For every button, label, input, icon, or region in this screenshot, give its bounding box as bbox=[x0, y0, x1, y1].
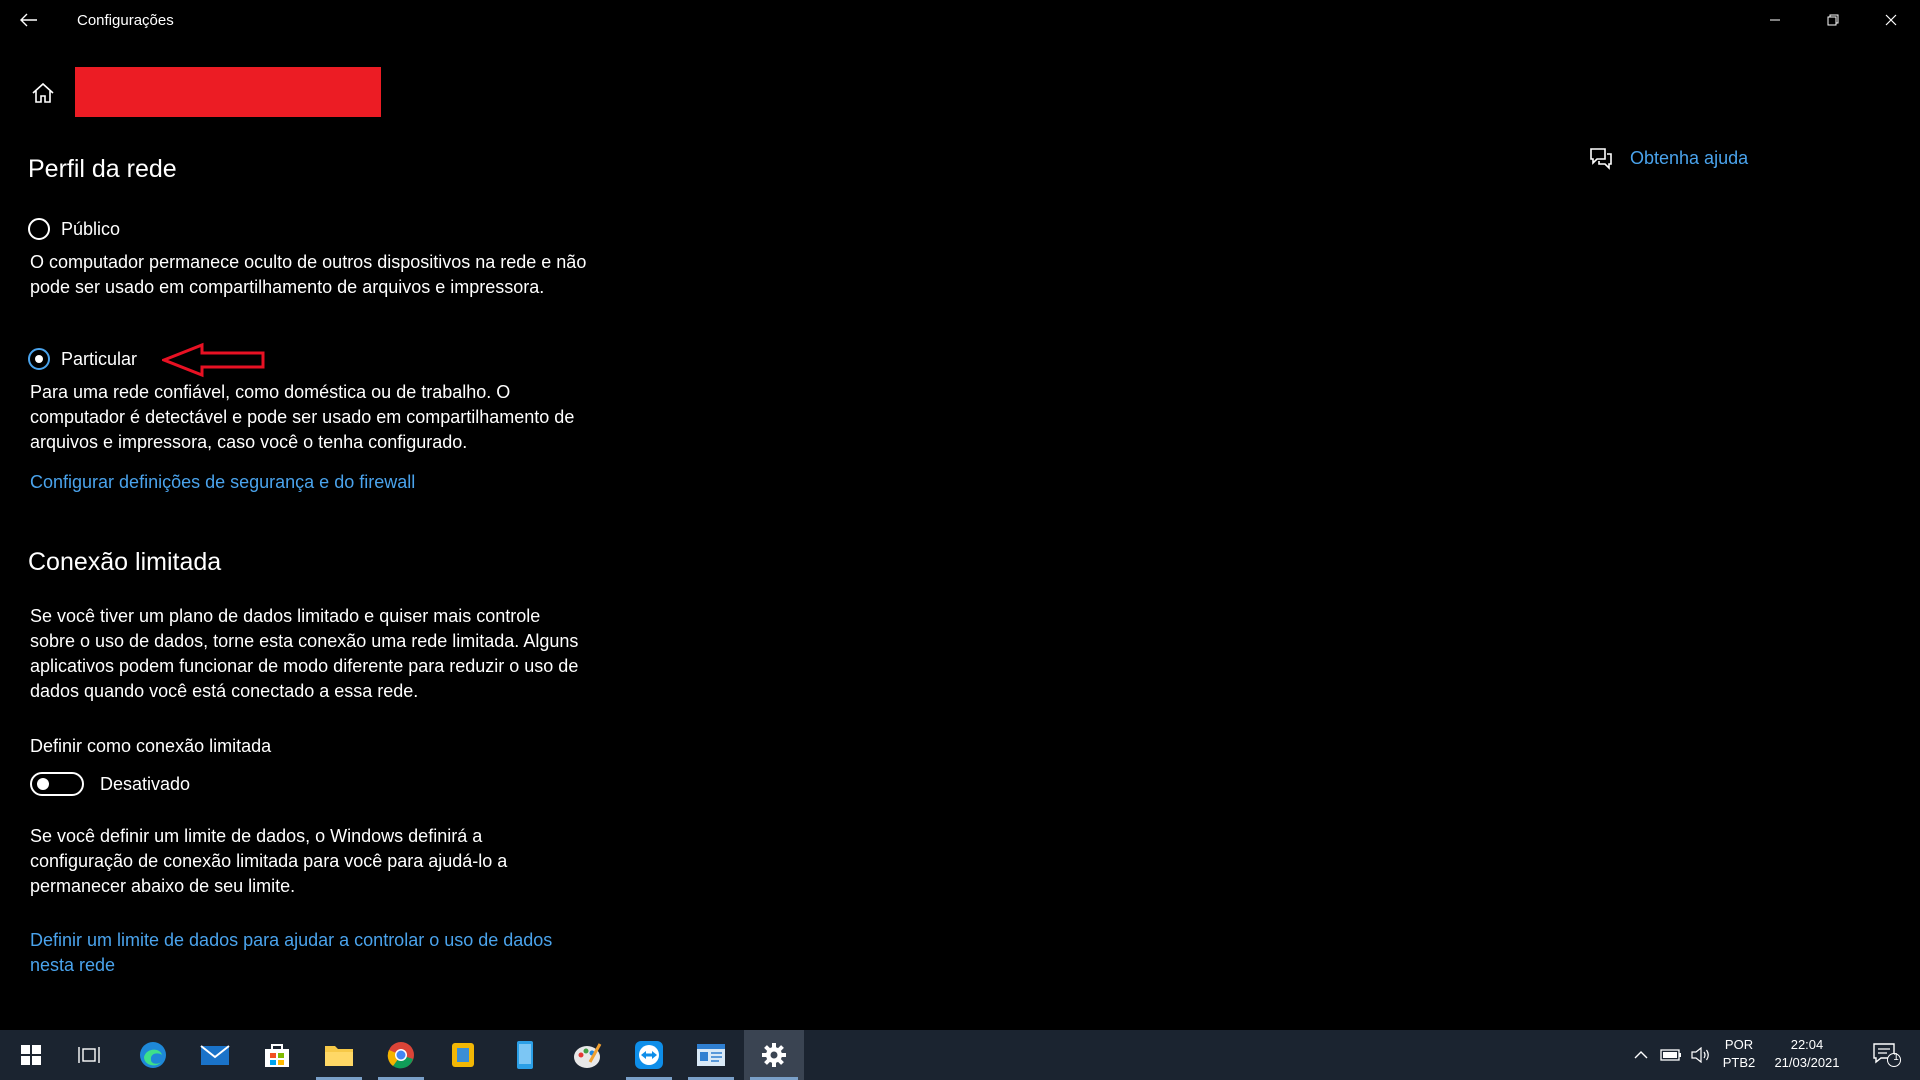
edge-icon bbox=[140, 1042, 166, 1068]
start-button[interactable] bbox=[2, 1030, 60, 1080]
minimize-icon bbox=[1770, 19, 1780, 21]
taskbar-phone-app[interactable] bbox=[496, 1030, 554, 1080]
contacts-app-icon bbox=[697, 1044, 725, 1066]
taskbar-store[interactable] bbox=[248, 1030, 306, 1080]
data-limit-link[interactable]: Definir um limite de dados para ajudar a… bbox=[30, 928, 590, 978]
metered-toggle-state: Desativado bbox=[100, 773, 191, 794]
settings-gear-icon bbox=[762, 1043, 786, 1067]
radio-private-circle[interactable] bbox=[28, 348, 50, 370]
metered-toggle-row[interactable]: Desativado bbox=[30, 772, 190, 796]
task-view-button[interactable] bbox=[60, 1030, 118, 1080]
radio-public-circle[interactable] bbox=[28, 218, 50, 240]
metered-connection-heading: Conexão limitada bbox=[28, 548, 222, 576]
public-description: O computador permanece oculto de outros … bbox=[30, 252, 587, 297]
redacted-network-name bbox=[75, 67, 381, 117]
taskbar-settings[interactable] bbox=[744, 1030, 804, 1080]
teamviewer-icon bbox=[635, 1041, 663, 1069]
minimize-button[interactable] bbox=[1746, 0, 1804, 40]
mail-icon bbox=[200, 1045, 230, 1065]
taskbar-contacts-app[interactable] bbox=[682, 1030, 740, 1080]
phone-app-icon bbox=[517, 1041, 533, 1069]
radio-private-label[interactable]: Particular bbox=[61, 349, 137, 370]
back-button[interactable] bbox=[14, 6, 44, 34]
network-profile-heading: Perfil da rede bbox=[28, 155, 177, 183]
taskbar-chrome[interactable] bbox=[372, 1030, 430, 1080]
private-description: Para uma rede confiável, como doméstica … bbox=[30, 382, 575, 452]
data-limit-note: Se você definir um limite de dados, o Wi… bbox=[30, 826, 508, 896]
taskbar-teamviewer[interactable] bbox=[620, 1030, 678, 1080]
taskbar-mail[interactable] bbox=[186, 1030, 244, 1080]
action-center-button[interactable]: 1 bbox=[1862, 1030, 1912, 1080]
task-view-icon bbox=[78, 1047, 100, 1063]
clock-time: 22:04 bbox=[1790, 1037, 1824, 1052]
taskbar-edge[interactable] bbox=[124, 1030, 182, 1080]
battery-icon bbox=[1660, 1049, 1681, 1061]
toggle-knob bbox=[37, 778, 49, 790]
windows-start-icon bbox=[21, 1045, 41, 1065]
close-button[interactable] bbox=[1862, 0, 1920, 40]
file-explorer-icon bbox=[325, 1046, 353, 1066]
help-section[interactable]: Obtenha ajuda bbox=[1588, 146, 1748, 170]
close-icon bbox=[1885, 14, 1897, 26]
chrome-icon bbox=[387, 1042, 414, 1069]
clock[interactable]: 22:04 21/03/2021 bbox=[1766, 1036, 1848, 1072]
sticky-app-icon bbox=[452, 1043, 474, 1067]
show-hidden-icons-button[interactable] bbox=[1626, 1030, 1656, 1080]
notification-count: 1 bbox=[1893, 1052, 1899, 1063]
speaker-icon bbox=[1691, 1047, 1709, 1063]
taskbar-paint-app[interactable] bbox=[558, 1030, 616, 1080]
title-bar: Configurações bbox=[0, 0, 1920, 40]
firewall-settings-link[interactable]: Configurar definições de segurança e do … bbox=[30, 470, 590, 495]
store-icon bbox=[265, 1044, 289, 1067]
window-title: Configurações bbox=[77, 12, 174, 29]
restore-button[interactable] bbox=[1804, 0, 1862, 40]
paint-app-icon bbox=[574, 1043, 602, 1068]
clock-date: 21/03/2021 bbox=[1774, 1055, 1840, 1070]
home-button[interactable] bbox=[28, 78, 58, 108]
keyboard-layout: PTB2 bbox=[1722, 1055, 1756, 1070]
taskbar-file-explorer[interactable] bbox=[310, 1030, 368, 1080]
chevron-up-icon bbox=[1634, 1051, 1648, 1059]
get-help-link[interactable]: Obtenha ajuda bbox=[1630, 148, 1748, 169]
help-chat-icon bbox=[1590, 148, 1612, 170]
home-icon bbox=[32, 82, 54, 103]
taskbar-app-yellow[interactable] bbox=[434, 1030, 492, 1080]
restore-icon bbox=[1827, 14, 1839, 26]
radio-public-label[interactable]: Público bbox=[61, 219, 120, 240]
radio-public[interactable]: Público bbox=[28, 218, 120, 240]
radio-private[interactable]: Particular bbox=[28, 348, 137, 370]
battery-button[interactable] bbox=[1656, 1030, 1686, 1080]
back-arrow-icon bbox=[20, 13, 37, 27]
annotation-arrow-icon bbox=[162, 342, 265, 378]
metered-toggle-switch[interactable] bbox=[30, 772, 84, 796]
input-language[interactable]: POR PTB2 bbox=[1718, 1036, 1760, 1072]
volume-button[interactable] bbox=[1686, 1030, 1716, 1080]
metered-description: Se você tiver um plano de dados limitado… bbox=[30, 606, 579, 701]
language-code: POR bbox=[1724, 1037, 1754, 1052]
taskbar: POR PTB2 22:04 21/03/2021 1 bbox=[0, 1030, 1920, 1080]
metered-toggle-title: Definir como conexão limitada bbox=[30, 736, 272, 756]
